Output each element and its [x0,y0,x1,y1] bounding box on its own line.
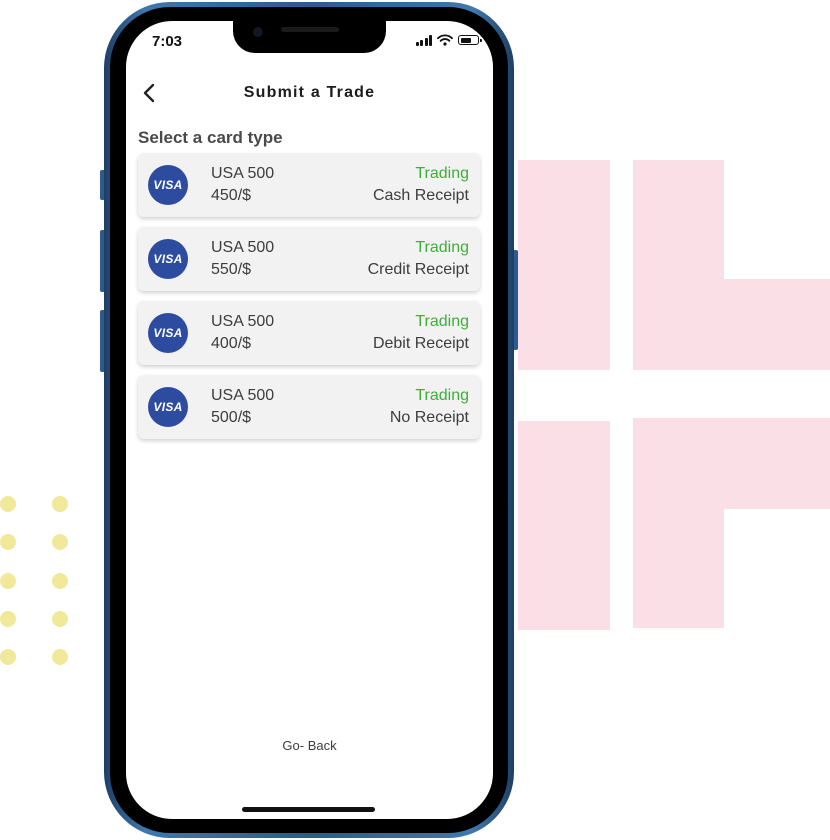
section-label: Select a card type [138,128,283,147]
decorative-pink-block [724,418,830,509]
status-icons [415,34,482,46]
card-name: USA 500 [211,387,275,404]
decorative-pink-block [724,279,830,370]
visa-logo-icon: VISA [148,239,188,279]
card-type-list: VISA USA 500 450/$ Trading Cash Receipt … [138,153,480,449]
page-title: Submit a Trade [243,84,376,101]
visa-logo-icon: VISA [148,313,188,353]
card-status: Trading [415,313,469,330]
decorative-dot [0,496,16,512]
card-type-item[interactable]: VISA USA 500 450/$ Trading Cash Receipt [138,153,480,217]
card-receipt-type: Debit Receipt [372,335,469,352]
visa-logo-icon: VISA [148,165,188,205]
phone-screen: 7:03 Submit a Trade Select a card type V… [126,21,493,819]
card-rate: 400/$ [211,335,252,352]
decorative-dot [0,573,16,589]
decorative-dot [52,649,68,665]
decorative-dot [52,573,68,589]
decorative-dot [0,611,16,627]
decorative-dot [52,611,68,627]
decorative-dot [52,534,68,550]
card-name: USA 500 [211,165,275,182]
visa-logo-icon: VISA [148,387,188,427]
card-status: Trading [415,387,469,404]
decorative-pink-block [633,160,724,370]
card-status: Trading [415,239,469,256]
card-type-item[interactable]: VISA USA 500 550/$ Trading Credit Receip… [138,227,480,291]
card-rate: 550/$ [211,261,252,278]
card-type-item[interactable]: VISA USA 500 500/$ Trading No Receipt [138,375,480,439]
decorative-dot [0,649,16,665]
card-rate: 500/$ [211,409,252,426]
card-rate: 450/$ [211,187,252,204]
home-indicator[interactable] [242,807,375,812]
phone-notch [233,21,386,53]
wifi-icon [437,34,453,46]
cellular-signal-icon [415,34,432,46]
decorative-dot [52,496,68,512]
decorative-dot [0,534,16,550]
go-back-link[interactable]: Go- Back [126,738,493,753]
status-time: 7:03 [152,33,183,50]
card-type-item[interactable]: VISA USA 500 400/$ Trading Debit Receipt [138,301,480,365]
decorative-pink-block [518,421,610,630]
speaker-grille [281,27,339,32]
card-name: USA 500 [211,313,275,330]
card-name: USA 500 [211,239,275,256]
battery-icon [458,35,482,45]
card-status: Trading [415,165,469,182]
card-receipt-type: Credit Receipt [367,261,469,278]
decorative-pink-block [633,418,724,628]
card-receipt-type: Cash Receipt [372,187,469,204]
card-receipt-type: No Receipt [389,409,469,426]
camera-icon [253,27,263,37]
decorative-pink-block [518,160,610,370]
